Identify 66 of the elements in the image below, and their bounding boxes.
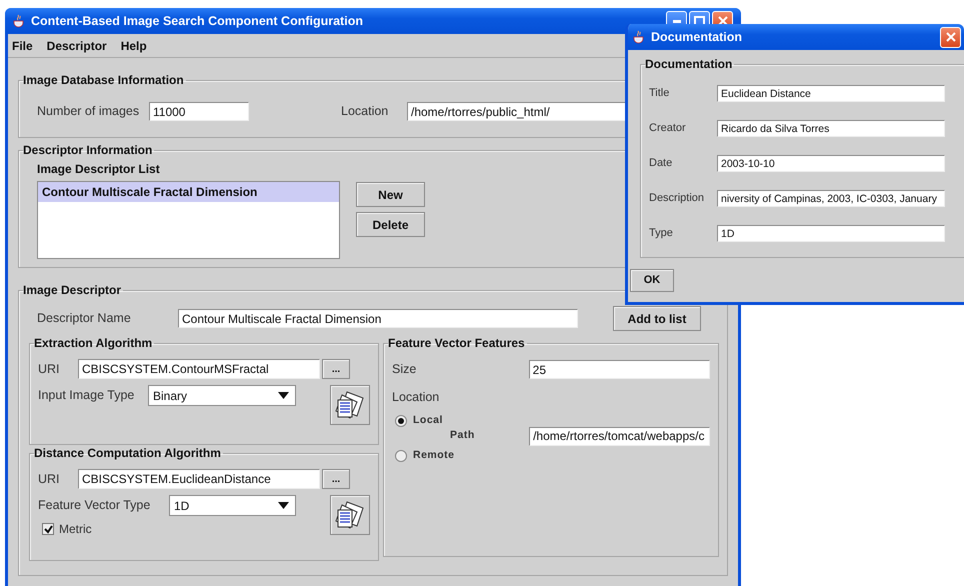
browse-button[interactable]: ...	[322, 469, 350, 489]
ok-button[interactable]: OK	[630, 269, 674, 292]
field-label: Creator	[649, 121, 687, 136]
field-label: Description	[649, 191, 706, 206]
text-field[interactable]: 1D	[717, 225, 945, 242]
field-label: URI	[38, 360, 61, 378]
java-cup-icon	[13, 14, 25, 28]
window-title: Content-Based Image Search Component Configuration	[31, 12, 363, 30]
documents-button[interactable]	[330, 385, 370, 425]
text-field[interactable]: niversity of Campinas, 2003, IC-0303, January	[717, 190, 945, 207]
checkbox-label: Metric	[59, 521, 92, 538]
caret-icon	[278, 392, 289, 399]
list-label: Image Descriptor List	[37, 161, 160, 178]
caret-icon	[278, 502, 289, 509]
java-cup-icon	[633, 30, 645, 44]
field-label: Path	[449, 428, 476, 444]
field-label: Size	[392, 361, 418, 378]
browse-button[interactable]: ...	[322, 359, 350, 379]
field-label: Date	[649, 156, 674, 172]
uri-field[interactable]: CBISCSYSTEM.ContourMSFractal	[78, 359, 320, 379]
descriptor-name-field[interactable]: Contour Multiscale Fractal Dimension	[178, 309, 578, 328]
delete-button[interactable]: Delete	[356, 212, 425, 237]
field-label: URI	[38, 470, 61, 488]
group-title: Descriptor Information	[23, 142, 154, 158]
field-label: Type	[649, 226, 674, 242]
metric-checkbox[interactable]	[42, 523, 54, 535]
minimize-icon	[672, 20, 680, 22]
field-label: Location	[341, 103, 390, 120]
text-field[interactable]: 2003-10-10	[717, 155, 945, 172]
close-button[interactable]	[940, 26, 961, 48]
field-label: Number of images	[37, 103, 140, 120]
maximize-icon	[694, 16, 705, 26]
text-field[interactable]: Euclidean Distance	[717, 85, 945, 102]
list-item[interactable]: Contour Multiscale Fractal Dimension	[38, 182, 339, 202]
add-to-list-button[interactable]: Add to list	[613, 306, 701, 331]
field-label: Title	[649, 86, 670, 102]
field-label: Descriptor Name	[37, 310, 132, 328]
documents-button[interactable]	[330, 495, 370, 535]
group-title: Feature Vector Features	[388, 335, 526, 351]
size-field[interactable]: 25	[528, 360, 710, 379]
path-field[interactable]: /home/rtorres/tomcat/webapps/c	[529, 426, 710, 446]
menu-item[interactable]: Descriptor	[46, 36, 107, 54]
menu-item[interactable]: File	[12, 36, 33, 54]
group-title: Image Descriptor	[23, 282, 122, 298]
input-image-type-dropdown[interactable]: Binary	[148, 385, 296, 406]
radio-option[interactable]: Local	[395, 412, 443, 429]
window-title: Documentation	[651, 28, 742, 46]
uri-field[interactable]: CBISCSYSTEM.EuclideanDistance	[78, 469, 320, 489]
group-title: Image Database Information	[23, 72, 185, 88]
location-field[interactable]: /home/rtorres/public_html/	[407, 102, 627, 121]
radio-option[interactable]: Remote	[395, 448, 455, 464]
number-of-images-field[interactable]: 11000	[149, 102, 249, 121]
group-title: Distance Computation Algorithm	[34, 445, 222, 461]
menu-item[interactable]: Help	[120, 36, 147, 54]
close-icon	[718, 16, 728, 26]
new-button[interactable]: New	[356, 182, 425, 207]
field-label: Feature Vector Type	[38, 497, 152, 514]
group-title: Documentation	[645, 56, 734, 72]
text-field[interactable]: Ricardo da Silva Torres	[717, 120, 945, 137]
feature-vector-type-dropdown[interactable]: 1D	[169, 495, 296, 516]
documents-icon	[334, 499, 366, 531]
field-label: Location	[392, 389, 440, 406]
group-title: Extraction Algorithm	[34, 335, 154, 351]
field-label: Input Image Type	[38, 387, 136, 404]
close-icon	[946, 32, 956, 42]
documents-icon	[334, 389, 366, 421]
